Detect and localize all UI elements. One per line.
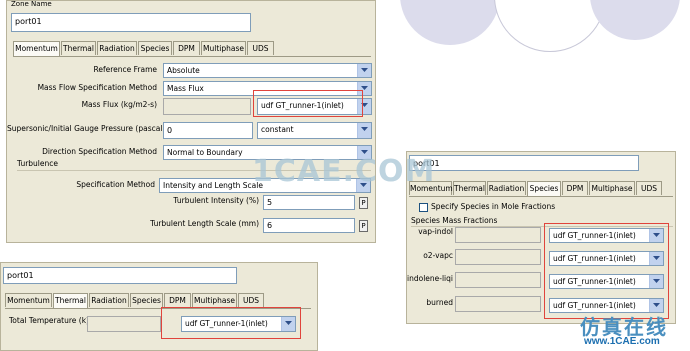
tab-momentum[interactable]: Momentum [5, 293, 52, 307]
turb-spec-label: Specification Method [76, 180, 155, 189]
turb-intensity-input[interactable]: 5 [263, 195, 355, 210]
species-input-o2-vapc[interactable] [455, 249, 541, 265]
tab-multiphase[interactable]: Multiphase [192, 293, 237, 307]
turb-length-input[interactable]: 6 [263, 218, 355, 233]
turb-spec-value: Intensity and Length Scale [163, 181, 263, 190]
gauge-pressure-label: Supersonic/Initial Gauge Pressure (pasca… [7, 124, 166, 133]
species-label-vap-indol: vap-indol [418, 227, 453, 236]
tab-uds[interactable]: UDS [247, 41, 274, 55]
zone-name-field[interactable]: port01 [11, 13, 251, 32]
specify-mole-label: Specify Species in Mole Fractions [431, 202, 556, 211]
tab-radiation[interactable]: Radiation [89, 293, 129, 307]
chevron-down-icon[interactable] [357, 123, 371, 138]
gauge-pressure-profile-value: constant [261, 125, 294, 134]
turb-intensity-label: Turbulent Intensity (%) [173, 196, 259, 205]
total-temp-highlight [161, 307, 301, 339]
direction-spec-value: Normal to Boundary [167, 148, 243, 157]
tab-dpm[interactable]: DPM [562, 181, 588, 195]
decor-circle-1 [400, 0, 500, 45]
species-panel: port01 Momentum Thermal Radiation Specie… [406, 151, 676, 324]
tab-momentum[interactable]: Momentum [13, 41, 60, 56]
turb-length-param-button[interactable]: P [359, 220, 368, 232]
turb-intensity-param-button[interactable]: P [359, 197, 368, 209]
tab-bar-thermal: Momentum Thermal Radiation Species DPM M… [5, 293, 315, 308]
thermal-panel: port01 Momentum Thermal Radiation Specie… [0, 262, 318, 351]
mass-flux-input[interactable] [163, 98, 251, 115]
tab-divider-species [409, 196, 673, 197]
zone-name-label: Zone Name [11, 0, 52, 8]
tab-dpm[interactable]: DPM [164, 293, 191, 307]
chevron-down-icon[interactable] [357, 64, 371, 77]
reference-frame-dropdown[interactable]: Absolute [163, 63, 372, 78]
watermark-text: 1CAE.COM [252, 154, 436, 189]
species-input-burned[interactable] [455, 296, 541, 312]
species-label-indolene-liqi: indolene-liqi [407, 274, 453, 283]
tab-uds[interactable]: UDS [636, 181, 662, 195]
species-label-burned: burned [426, 298, 453, 307]
gauge-pressure-profile-dropdown[interactable]: constant [257, 122, 372, 139]
zone-name-field-species[interactable]: port01 [409, 155, 639, 171]
tab-thermal[interactable]: Thermal [453, 181, 486, 195]
species-profiles-highlight [544, 223, 669, 319]
tab-species[interactable]: Species [527, 181, 561, 196]
turbulence-section-label: Turbulence [17, 159, 58, 168]
mass-flux-highlight [253, 90, 363, 117]
momentum-panel: Zone Name port01 Momentum Thermal Radiat… [6, 0, 376, 243]
decor-circle-3 [590, 0, 680, 40]
tab-species[interactable]: Species [130, 293, 163, 307]
tab-thermal[interactable]: Thermal [53, 293, 88, 308]
tab-multiphase[interactable]: Multiphase [589, 181, 635, 195]
species-label-o2-vapc: o2-vapc [423, 251, 453, 260]
tab-uds[interactable]: UDS [238, 293, 264, 307]
mass-flux-label: Mass Flux (kg/m2-s) [81, 100, 157, 109]
zone-name-field-thermal[interactable]: port01 [3, 267, 237, 284]
tab-radiation[interactable]: Radiation [97, 41, 137, 55]
total-temp-label: Total Temperature (k) [9, 316, 89, 325]
tab-divider [13, 56, 371, 57]
tab-species[interactable]: Species [138, 41, 172, 55]
tab-radiation[interactable]: Radiation [487, 181, 526, 195]
mass-flow-spec-value: Mass Flux [167, 84, 204, 93]
tab-multiphase[interactable]: Multiphase [201, 41, 246, 55]
total-temp-input[interactable] [87, 316, 161, 332]
direction-spec-label: Direction Specification Method [42, 147, 157, 156]
reference-frame-value: Absolute [167, 66, 200, 75]
species-input-indolene-liqi[interactable] [455, 272, 541, 288]
decor-circle-2 [494, 0, 606, 52]
tab-bar: Momentum Thermal Radiation Species DPM M… [13, 41, 373, 56]
turb-length-label: Turbulent Length Scale (mm) [150, 219, 259, 228]
mass-flow-spec-label: Mass Flow Specification Method [37, 83, 157, 92]
species-input-vap-indol[interactable] [455, 227, 541, 243]
reference-frame-label: Reference Frame [93, 65, 157, 74]
tab-dpm[interactable]: DPM [173, 41, 200, 55]
tab-bar-species: Momentum Thermal Radiation Species DPM M… [409, 181, 674, 196]
tab-thermal[interactable]: Thermal [61, 41, 96, 55]
gauge-pressure-input[interactable]: 0 [163, 122, 253, 139]
watermark-site: www.1CAE.com [584, 336, 660, 347]
specify-mole-checkbox[interactable] [419, 203, 428, 212]
